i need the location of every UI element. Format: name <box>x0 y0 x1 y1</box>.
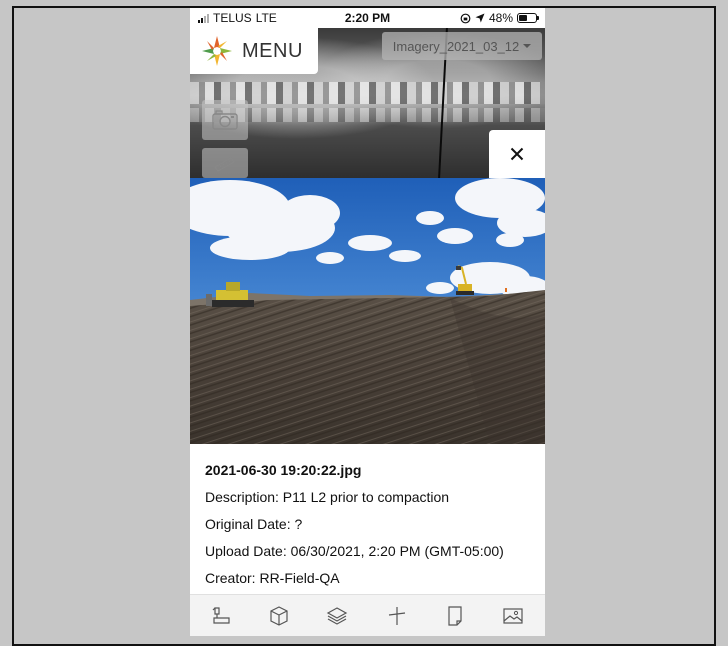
measure-button[interactable] <box>208 603 234 629</box>
imagery-select[interactable]: Imagery_2021_03_12 <box>382 32 542 60</box>
camera-icon <box>212 110 238 130</box>
camera-button[interactable] <box>202 100 248 140</box>
document-button[interactable] <box>442 603 468 629</box>
status-right: 48% <box>460 11 539 25</box>
close-icon <box>510 147 524 161</box>
bottom-toolbar <box>190 594 545 636</box>
measure-icon <box>212 607 230 624</box>
imagery-select-value: Imagery_2021_03_12 <box>392 38 520 54</box>
menu-button[interactable]: MENU <box>190 28 318 74</box>
photo-original-date: Original Date: ? <box>205 516 303 532</box>
photo-filename: 2021-06-30 19:20:22.jpg <box>205 462 362 478</box>
photo-info-panel: 2021-06-30 19:20:22.jpg Description: P11… <box>190 444 545 594</box>
layers-button[interactable] <box>324 603 350 629</box>
app-logo-icon <box>202 36 232 66</box>
plus-icon <box>388 607 406 625</box>
gallery-button[interactable] <box>500 603 526 629</box>
site-photo[interactable] <box>190 178 545 444</box>
layers-icon <box>326 607 348 625</box>
chevron-down-icon <box>523 44 532 48</box>
photo-upload-date: Upload Date: 06/30/2021, 2:20 PM (GMT-05… <box>205 543 504 559</box>
battery-icon <box>517 13 539 23</box>
photo-description: Description: P11 L2 prior to compaction <box>205 489 450 505</box>
image-icon <box>503 608 523 624</box>
location-arrow-icon <box>475 13 485 23</box>
battery-percent: 48% <box>488 11 513 25</box>
add-point-button[interactable] <box>384 603 410 629</box>
cube-icon <box>270 606 288 626</box>
orientation-lock-icon <box>460 13 471 23</box>
status-bar: TELUS LTE 2:20 PM 48% <box>190 8 545 28</box>
cube-button[interactable] <box>266 603 292 629</box>
menu-label: MENU <box>242 40 303 62</box>
document-icon <box>448 606 462 626</box>
photo-creator: Creator: RR-Field-QA <box>205 570 340 586</box>
ruler-button[interactable] <box>202 148 248 178</box>
phone-screen: TELUS LTE 2:20 PM 48% MENU Imagery_2021_… <box>190 8 545 636</box>
close-button[interactable] <box>489 130 545 178</box>
ruler-icon <box>214 157 235 172</box>
